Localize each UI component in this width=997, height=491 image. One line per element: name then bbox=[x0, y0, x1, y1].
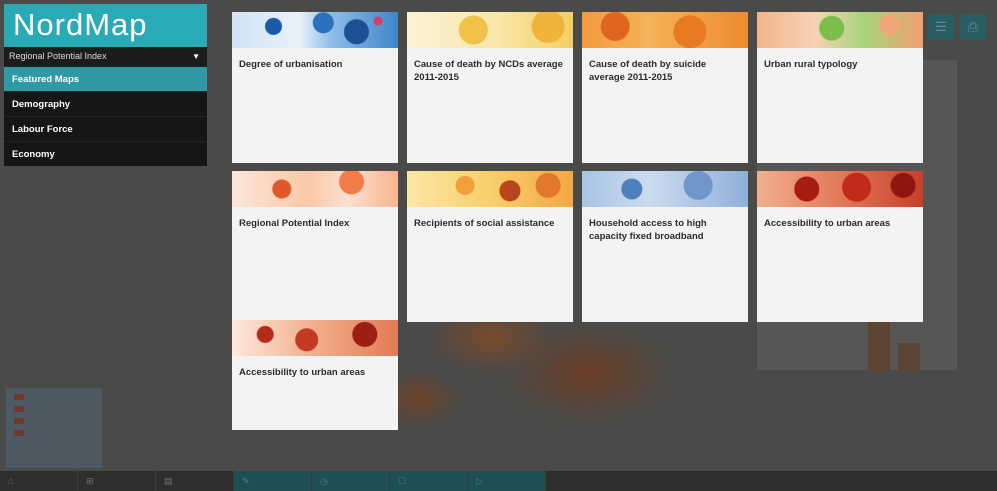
card-title: Cause of death by suicide average 2011-2… bbox=[589, 59, 707, 83]
card-title: Degree of urbanisation bbox=[239, 59, 343, 70]
map-card[interactable]: Cause of death by suicide average 2011-2… bbox=[582, 12, 748, 163]
map-card[interactable]: Recipients of social assistance bbox=[407, 171, 573, 322]
toolbar-button[interactable]: ◷ bbox=[312, 471, 390, 491]
toolbar-button[interactable]: ✎ bbox=[234, 471, 312, 491]
menu-item-demography[interactable]: Demography bbox=[4, 91, 207, 116]
indicator-select[interactable]: Regional Potential Index ▼ bbox=[4, 47, 207, 66]
card-title: Regional Potential Index bbox=[239, 218, 350, 229]
map-card[interactable]: Cause of death by NCDs average 2011-2015 bbox=[407, 12, 573, 163]
main-menu: NordMap Regional Potential Index ▼ Featu… bbox=[4, 4, 207, 166]
map-thumbnail bbox=[582, 12, 748, 48]
map-thumbnail bbox=[757, 12, 923, 48]
map-thumbnail bbox=[407, 171, 573, 207]
map-card[interactable]: Regional Potential Index bbox=[232, 171, 398, 322]
map-card[interactable]: Household access to high capacity fixed … bbox=[582, 171, 748, 322]
menu-item-economy[interactable]: Economy bbox=[4, 141, 207, 166]
map-thumbnail bbox=[232, 171, 398, 207]
menu-item-labour-force[interactable]: Labour Force bbox=[4, 116, 207, 141]
card-title: Recipients of social assistance bbox=[414, 218, 555, 229]
toolbar-button[interactable]: ☐ bbox=[390, 471, 468, 491]
map-thumbnail bbox=[582, 171, 748, 207]
app-logo: NordMap bbox=[4, 4, 207, 47]
map-card[interactable]: Urban rural typology bbox=[757, 12, 923, 163]
card-title: Urban rural typology bbox=[764, 59, 858, 70]
card-title: Accessibility to urban areas bbox=[764, 218, 891, 229]
toolbar-button[interactable]: ▤ bbox=[156, 471, 234, 491]
menu-item-featured-maps[interactable]: Featured Maps bbox=[4, 66, 207, 91]
print-icon[interactable]: ⎙ bbox=[960, 14, 986, 40]
caret-down-icon: ▼ bbox=[192, 52, 200, 61]
map-thumbnail bbox=[407, 12, 573, 48]
map-thumbnail bbox=[232, 12, 398, 48]
card-title: Household access to high capacity fixed … bbox=[589, 218, 707, 242]
map-thumbnail bbox=[232, 320, 398, 356]
indicator-select-value: Regional Potential Index bbox=[9, 51, 107, 61]
background-legend bbox=[6, 388, 102, 468]
card-title: Cause of death by NCDs average 2011-2015 bbox=[414, 59, 563, 83]
toolbar-button[interactable]: ⊞ bbox=[78, 471, 156, 491]
map-card[interactable]: Degree of urbanisation bbox=[232, 12, 398, 163]
card-title: Accessibility to urban areas bbox=[239, 367, 366, 378]
share-icon[interactable]: ☰ bbox=[928, 14, 954, 40]
bottom-toolbar: ⌂ ⊞ ▤ ✎ ◷ ☐ ▷ bbox=[0, 471, 997, 491]
map-card[interactable]: Accessibility to urban areas bbox=[232, 320, 398, 430]
toolbar-button[interactable]: ⌂ bbox=[0, 471, 78, 491]
map-card[interactable]: Accessibility to urban areas bbox=[757, 171, 923, 322]
toolbar-button[interactable]: ▷ bbox=[468, 471, 546, 491]
map-thumbnail bbox=[757, 171, 923, 207]
